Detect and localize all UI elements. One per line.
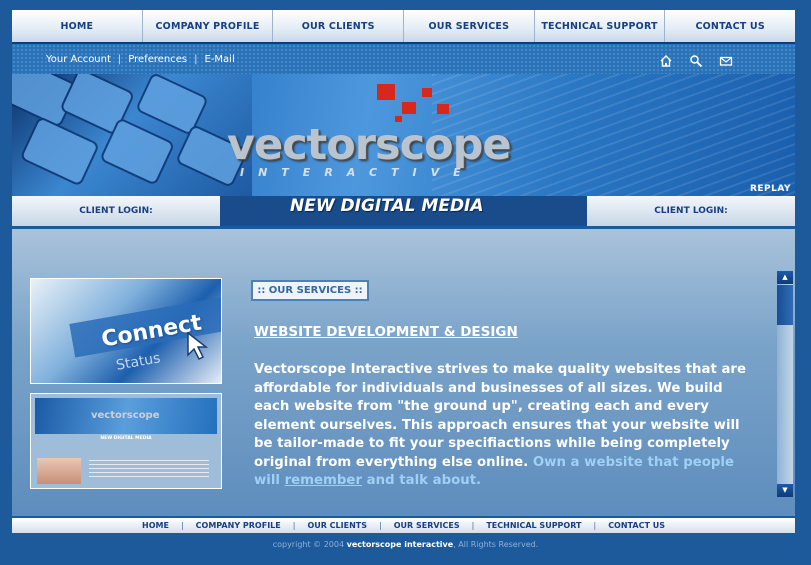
- separator: |: [379, 521, 382, 530]
- section-heading: WEBSITE DEVELOPMENT & DESIGN: [254, 324, 518, 340]
- footer-nav: HOME | COMPANY PROFILE | OUR CLIENTS | O…: [12, 518, 795, 533]
- copyright-prefix: copyright © 2004: [272, 540, 345, 549]
- description-paragraph: Vectorscope Interactive strives to make …: [254, 362, 747, 470]
- footer-contact-us-link[interactable]: CONTACT US: [608, 521, 665, 530]
- separator: |: [471, 521, 475, 530]
- preview-text-lines: [89, 460, 209, 480]
- preview-logo: vectorscope: [91, 410, 160, 421]
- footer-technical-support-link[interactable]: TECHNICAL SUPPORT: [486, 521, 581, 530]
- home-icon[interactable]: [659, 53, 673, 67]
- services-description: Vectorscope Interactive strives to make …: [254, 361, 759, 491]
- separator: |: [180, 521, 184, 530]
- separator: |: [593, 521, 597, 530]
- website-preview-thumbnail: vectorscope NEW DIGITAL MEDIA: [30, 393, 222, 489]
- remember-link[interactable]: remember: [285, 473, 362, 488]
- company-logo: vectorscope: [227, 120, 512, 170]
- keyboard-image: [12, 74, 252, 196]
- footer-company-profile-link[interactable]: COMPANY PROFILE: [196, 521, 281, 530]
- preview-photo: [37, 458, 81, 484]
- footer-home-link[interactable]: HOME: [142, 521, 169, 530]
- main-content: Connect Status vectorscope NEW DIGITAL M…: [12, 229, 795, 516]
- client-login-left[interactable]: CLIENT LOGIN:: [12, 196, 220, 226]
- nav-contact-us[interactable]: CONTACT US: [664, 10, 795, 42]
- footer-our-clients-link[interactable]: OUR CLIENTS: [307, 521, 367, 530]
- red-square-decoration: [422, 88, 432, 97]
- banner-tagline: NEW DIGITAL MEDIA: [290, 196, 484, 216]
- mail-icon[interactable]: [719, 53, 733, 67]
- preview-tagline: NEW DIGITAL MEDIA: [100, 436, 152, 441]
- footer-our-services-link[interactable]: OUR SERVICES: [394, 521, 460, 530]
- cursor-arrow-icon: [187, 331, 209, 361]
- client-login-right[interactable]: CLIENT LOGIN:: [587, 196, 795, 226]
- replay-button[interactable]: REPLAY: [750, 184, 791, 194]
- copyright-suffix: , All Rights Reserved.: [453, 540, 539, 549]
- nav-company-profile[interactable]: COMPANY PROFILE: [141, 10, 273, 42]
- utility-icons: [659, 53, 733, 68]
- email-link[interactable]: E-Mail: [204, 54, 234, 65]
- copyright-notice: copyright © 2004 vectorscope interactive…: [0, 540, 811, 549]
- account-links: Your Account | Preferences | E-Mail: [46, 54, 235, 65]
- nav-our-services[interactable]: OUR SERVICES: [403, 10, 534, 42]
- scroll-up-button[interactable]: ▲: [777, 271, 793, 284]
- red-square-decoration: [377, 84, 395, 100]
- separator: |: [117, 54, 122, 65]
- hero-banner: vectorscope INTERACTIVE REPLAY: [12, 74, 795, 196]
- separator: |: [292, 521, 296, 530]
- copyright-company: vectorscope interactive: [346, 540, 454, 549]
- nav-technical-support[interactable]: TECHNICAL SUPPORT: [533, 10, 665, 42]
- separator: |: [194, 54, 198, 65]
- our-services-badge: :: OUR SERVICES ::: [251, 280, 369, 301]
- content-scrollbar[interactable]: ▲ ▼: [777, 271, 793, 497]
- red-square-decoration: [402, 102, 416, 114]
- highlight-text-end: and talk about.: [366, 473, 482, 488]
- connect-thumbnail: Connect Status: [30, 278, 222, 384]
- company-logo-subtitle: INTERACTIVE: [240, 166, 475, 179]
- nav-home[interactable]: HOME: [12, 10, 142, 42]
- search-icon[interactable]: [689, 53, 703, 68]
- nav-our-clients[interactable]: OUR CLIENTS: [272, 10, 403, 42]
- scroll-thumb[interactable]: [777, 285, 793, 325]
- top-nav: HOME COMPANY PROFILE OUR CLIENTS OUR SER…: [12, 10, 795, 44]
- status-word: Status: [114, 350, 162, 374]
- red-square-decoration: [437, 104, 449, 114]
- scroll-down-button[interactable]: ▼: [777, 484, 793, 497]
- your-account-link[interactable]: Your Account: [46, 54, 111, 65]
- preferences-link[interactable]: Preferences: [128, 54, 187, 65]
